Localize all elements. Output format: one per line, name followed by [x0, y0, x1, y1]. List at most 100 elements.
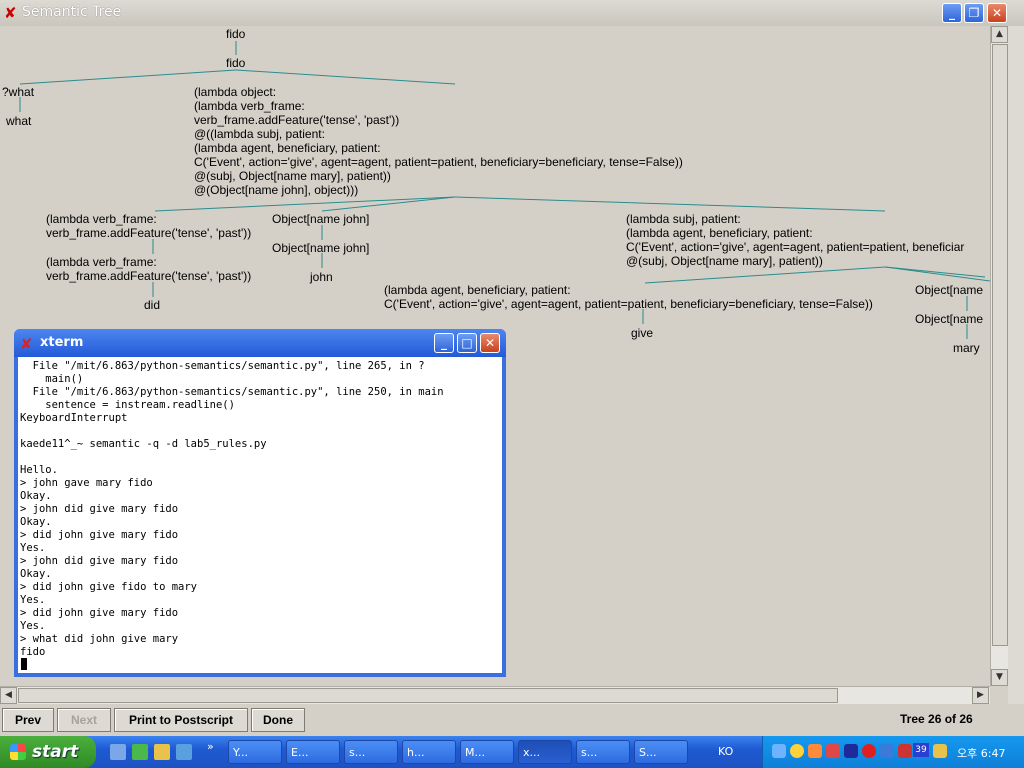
app-icon[interactable]	[808, 744, 822, 758]
terminal-line: Yes.	[20, 620, 46, 632]
prev-button[interactable]: Prev	[2, 708, 54, 732]
messenger-icon[interactable]	[790, 744, 804, 758]
tree-node: (lambda verb_frame: verb_frame.addFeatur…	[46, 212, 252, 240]
tree-node: ?what	[2, 85, 35, 99]
terminal-line: > did john give fido to mary	[20, 581, 198, 593]
minimize-icon[interactable]: _	[434, 333, 454, 353]
taskbar-item[interactable]: M...	[460, 740, 514, 764]
terminal-cursor	[21, 658, 27, 670]
terminal-line: > john did give mary fido	[20, 555, 179, 567]
x-icon[interactable]	[844, 744, 858, 758]
terminal-line: main()	[20, 373, 84, 385]
edge	[644, 266, 886, 284]
badge-count[interactable]: 39	[913, 743, 929, 757]
scroll-down-icon[interactable]: ▼	[991, 669, 1008, 686]
vertical-scroll-thumb[interactable]	[992, 44, 1008, 646]
windows-logo-icon	[10, 744, 26, 760]
tree-node: did	[144, 298, 161, 312]
taskbar-item[interactable]: s...	[576, 740, 630, 764]
horizontal-scroll-thumb[interactable]	[18, 688, 838, 703]
terminal-line: > did john give mary fido	[20, 607, 179, 619]
next-button[interactable]: Next	[57, 708, 111, 732]
scroll-right-icon[interactable]: ▶	[972, 687, 989, 704]
taskbar-item[interactable]: h...	[402, 740, 456, 764]
tree-node: (lambda object: (lambda verb_frame: verb…	[194, 85, 683, 197]
chevron-icon[interactable]: »	[207, 740, 214, 753]
window-edge	[1008, 26, 1024, 704]
close-icon[interactable]: ✕	[987, 3, 1007, 23]
scroll-left-icon[interactable]: ◀	[0, 687, 17, 704]
minimize-icon[interactable]: _	[942, 3, 962, 23]
main-titlebar[interactable]: ✘ Semantic Tree _ ❐ ✕	[0, 0, 1024, 27]
horizontal-scrollbar[interactable]: ◀ ▶	[0, 686, 990, 704]
tree-node: fido	[226, 27, 246, 41]
xterm-title: xterm	[40, 335, 84, 350]
tree-node: mary	[953, 341, 980, 355]
browser-icon[interactable]	[176, 744, 192, 760]
clock: 오후 6:47	[957, 747, 1006, 760]
show-desktop-icon[interactable]	[110, 744, 126, 760]
edge	[321, 196, 456, 212]
edge	[884, 266, 990, 282]
x-logo-icon: ✘	[4, 4, 17, 22]
tree-node: Object[name john]	[272, 212, 370, 226]
restore-icon[interactable]: ❐	[964, 3, 984, 23]
terminal-line: File "/mit/6.863/python-semantics/semant…	[20, 360, 425, 372]
tree-counter: Tree 26 of 26	[900, 712, 973, 726]
language-indicator[interactable]: KO	[718, 745, 733, 758]
network-icon[interactable]	[772, 744, 786, 758]
taskbar-item[interactable]: s...	[344, 740, 398, 764]
terminal-line: File "/mit/6.863/python-semantics/semant…	[20, 386, 444, 398]
tree-node: what	[6, 114, 32, 128]
tree-node: john	[310, 270, 333, 284]
terminal-line: sentence = instream.readline()	[20, 399, 235, 411]
terminal-line: Yes.	[20, 542, 46, 554]
terminal-line: Okay.	[20, 516, 52, 528]
media-icon[interactable]	[132, 744, 148, 760]
pencil-icon[interactable]	[933, 744, 947, 758]
vertical-scrollbar[interactable]: ▲ ▼	[990, 26, 1008, 686]
taskbar-item[interactable]: Y...	[228, 740, 282, 764]
maximize-icon[interactable]: □	[457, 333, 477, 353]
terminal-line: > john gave mary fido	[20, 477, 153, 489]
terminal-line: Okay.	[20, 568, 52, 580]
edge	[19, 69, 237, 85]
edge	[235, 69, 456, 85]
xterm-window[interactable]: ✘ xterm _ □ ✕ File "/mit/6.863/python-se…	[14, 329, 506, 677]
terminal-line: KeyboardInterrupt	[20, 412, 128, 424]
tree-node: (lambda subj, patient: (lambda agent, be…	[626, 212, 965, 268]
terminal-line: > what did john give mary	[20, 633, 179, 645]
tree-node: give	[631, 326, 654, 340]
app-icon[interactable]	[880, 744, 894, 758]
start-label: start	[32, 742, 79, 762]
tree-node: (lambda agent, beneficiary, patient: C('…	[384, 283, 873, 311]
print-postscript-button[interactable]: Print to Postscript	[114, 708, 248, 732]
security-icon[interactable]	[862, 744, 876, 758]
folder-icon[interactable]	[154, 744, 170, 760]
window-title: Semantic Tree	[22, 4, 122, 20]
terminal-output[interactable]: File "/mit/6.863/python-semantics/semant…	[18, 357, 502, 673]
app-icon[interactable]	[826, 744, 840, 758]
tree-node: (lambda verb_frame: verb_frame.addFeatur…	[46, 255, 252, 283]
close-icon[interactable]: ✕	[480, 333, 500, 353]
taskbar-item[interactable]: S...	[634, 740, 688, 764]
terminal-line: Hello.	[20, 464, 58, 476]
flag-icon[interactable]	[898, 744, 912, 758]
scroll-up-icon[interactable]: ▲	[991, 26, 1008, 43]
edge	[454, 196, 886, 212]
terminal-line: > did john give mary fido	[20, 529, 179, 541]
edge	[154, 196, 456, 212]
tree-node: Object[name	[915, 312, 984, 326]
terminal-line: Okay.	[20, 490, 52, 502]
xterm-titlebar[interactable]: ✘ xterm _ □ ✕	[14, 329, 506, 357]
done-button[interactable]: Done	[251, 708, 305, 732]
terminal-line: kaede11^_~ semantic -q -d lab5_rules.py	[20, 438, 267, 450]
button-bar: Prev Next Print to Postscript Done	[0, 704, 1024, 736]
terminal-line: > john did give mary fido	[20, 503, 179, 515]
tree-node: Object[name john]	[272, 241, 370, 255]
taskbar-item[interactable]: E...	[286, 740, 340, 764]
tree-node: fido	[226, 56, 246, 70]
x-logo-icon: ✘	[20, 335, 33, 353]
tree-node: Object[name	[915, 283, 984, 297]
taskbar-item[interactable]: x...	[518, 740, 572, 764]
